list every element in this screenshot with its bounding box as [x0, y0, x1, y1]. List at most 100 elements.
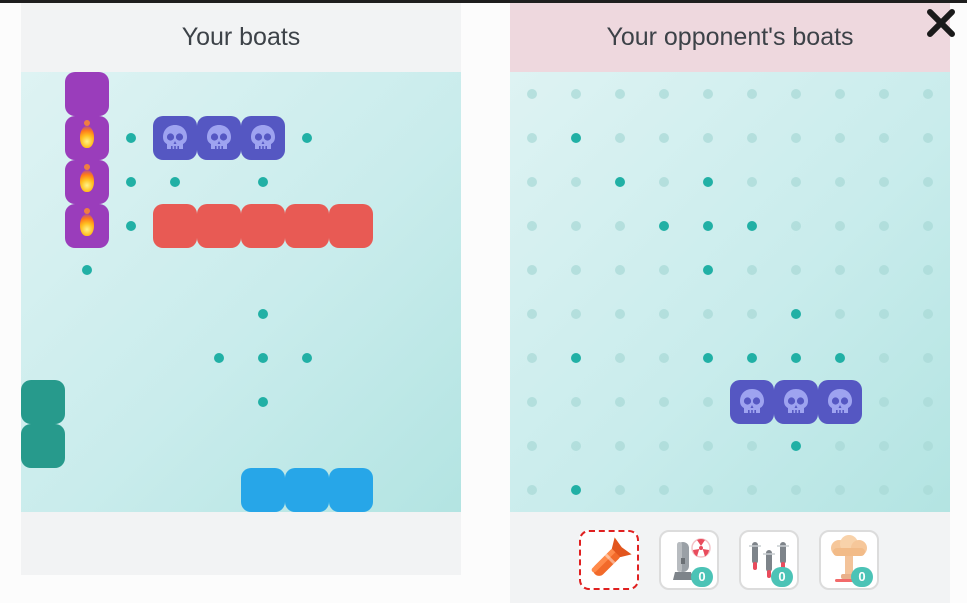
weapon-triple-missile-button[interactable]: 0	[739, 530, 799, 590]
target-cell[interactable]	[730, 72, 774, 116]
target-cell[interactable]	[818, 116, 862, 160]
target-cell[interactable]	[510, 72, 554, 116]
target-cell[interactable]	[862, 160, 906, 204]
target-cell[interactable]	[642, 380, 686, 424]
target-cell[interactable]	[906, 116, 950, 160]
target-cell[interactable]	[554, 380, 598, 424]
miss-cell	[554, 336, 598, 380]
target-cell[interactable]	[906, 72, 950, 116]
target-cell[interactable]	[686, 116, 730, 160]
empty-target-dot	[879, 177, 889, 187]
target-cell[interactable]	[906, 336, 950, 380]
target-cell[interactable]	[862, 292, 906, 336]
target-cell[interactable]	[818, 72, 862, 116]
target-cell[interactable]	[642, 248, 686, 292]
target-cell[interactable]	[906, 380, 950, 424]
target-cell[interactable]	[642, 72, 686, 116]
target-cell[interactable]	[510, 468, 554, 512]
target-cell[interactable]	[686, 468, 730, 512]
target-cell[interactable]	[862, 204, 906, 248]
target-cell[interactable]	[510, 336, 554, 380]
target-cell[interactable]	[774, 204, 818, 248]
target-cell[interactable]	[862, 468, 906, 512]
target-cell[interactable]	[862, 72, 906, 116]
target-cell[interactable]	[774, 72, 818, 116]
skull-icon	[828, 389, 852, 413]
target-cell[interactable]	[510, 160, 554, 204]
target-cell[interactable]	[774, 468, 818, 512]
target-cell[interactable]	[730, 424, 774, 468]
target-cell[interactable]	[686, 380, 730, 424]
target-cell[interactable]	[818, 424, 862, 468]
target-cell[interactable]	[906, 292, 950, 336]
ship-cell	[285, 468, 329, 512]
target-cell[interactable]	[862, 116, 906, 160]
target-cell[interactable]	[818, 248, 862, 292]
target-cell[interactable]	[774, 160, 818, 204]
target-cell[interactable]	[598, 336, 642, 380]
target-cell[interactable]	[818, 468, 862, 512]
target-cell[interactable]	[774, 116, 818, 160]
weapon-mushroom-cloud-button[interactable]: 0	[819, 530, 879, 590]
target-cell[interactable]	[598, 116, 642, 160]
target-cell[interactable]	[510, 424, 554, 468]
empty-target-dot	[923, 485, 933, 495]
target-cell[interactable]	[818, 204, 862, 248]
target-cell[interactable]	[598, 292, 642, 336]
target-cell[interactable]	[642, 160, 686, 204]
target-cell[interactable]	[906, 160, 950, 204]
weapon-nuclear-bomb-button[interactable]: 0	[659, 530, 719, 590]
target-cell[interactable]	[510, 116, 554, 160]
target-cell[interactable]	[642, 468, 686, 512]
target-cell[interactable]	[554, 204, 598, 248]
target-cell[interactable]	[862, 248, 906, 292]
target-cell[interactable]	[906, 248, 950, 292]
target-cell[interactable]	[862, 336, 906, 380]
target-cell[interactable]	[906, 204, 950, 248]
sunk-ship-segment	[197, 116, 241, 160]
target-cell[interactable]	[510, 380, 554, 424]
empty-target-dot	[659, 133, 669, 143]
target-cell[interactable]	[642, 116, 686, 160]
target-cell[interactable]	[818, 160, 862, 204]
target-cell[interactable]	[818, 292, 862, 336]
miss-marker	[791, 353, 801, 363]
target-cell[interactable]	[598, 204, 642, 248]
fire-icon	[80, 170, 94, 192]
target-cell[interactable]	[598, 72, 642, 116]
target-cell[interactable]	[642, 292, 686, 336]
empty-target-dot	[747, 177, 757, 187]
target-cell[interactable]	[730, 116, 774, 160]
target-cell[interactable]	[554, 72, 598, 116]
target-cell[interactable]	[862, 424, 906, 468]
ship-cell	[285, 204, 329, 248]
target-cell[interactable]	[906, 424, 950, 468]
target-cell[interactable]	[554, 248, 598, 292]
target-cell[interactable]	[686, 72, 730, 116]
target-cell[interactable]	[598, 468, 642, 512]
target-cell[interactable]	[730, 160, 774, 204]
target-cell[interactable]	[642, 336, 686, 380]
target-cell[interactable]	[554, 424, 598, 468]
close-icon[interactable]	[923, 5, 959, 41]
target-cell[interactable]	[642, 424, 686, 468]
target-cell[interactable]	[598, 248, 642, 292]
target-cell[interactable]	[510, 292, 554, 336]
target-cell[interactable]	[686, 292, 730, 336]
target-cell[interactable]	[730, 292, 774, 336]
target-cell[interactable]	[598, 424, 642, 468]
target-cell[interactable]	[598, 380, 642, 424]
target-cell[interactable]	[774, 248, 818, 292]
target-cell[interactable]	[554, 292, 598, 336]
target-cell[interactable]	[510, 204, 554, 248]
target-cell[interactable]	[554, 160, 598, 204]
empty-target-dot	[791, 177, 801, 187]
target-cell[interactable]	[730, 248, 774, 292]
opponent-boats-grid[interactable]	[510, 72, 950, 512]
target-cell[interactable]	[686, 424, 730, 468]
weapon-torpedo-button[interactable]	[579, 530, 639, 590]
target-cell[interactable]	[730, 468, 774, 512]
target-cell[interactable]	[510, 248, 554, 292]
target-cell[interactable]	[906, 468, 950, 512]
target-cell[interactable]	[862, 380, 906, 424]
